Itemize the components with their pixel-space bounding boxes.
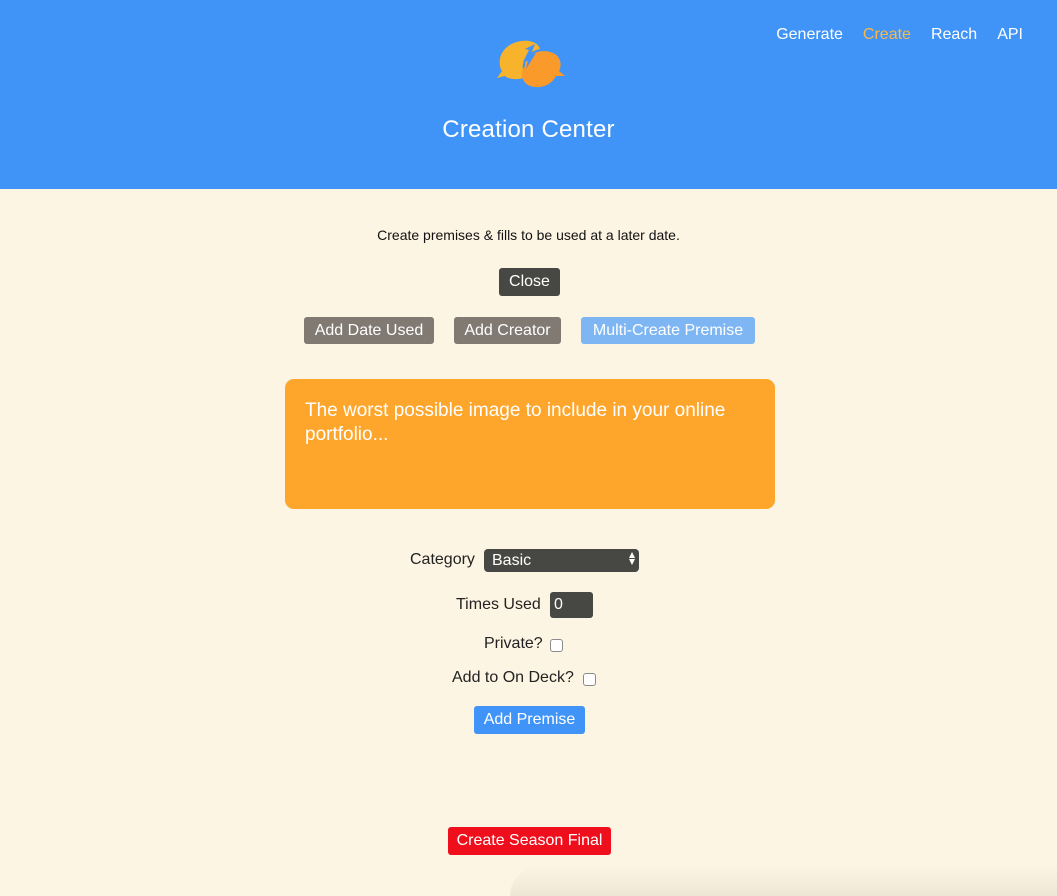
private-checkbox[interactable] (550, 639, 563, 652)
header: Creation Center Generate Create Reach AP… (0, 0, 1057, 189)
times-used-label: Times Used (456, 596, 541, 613)
category-select[interactable]: Basic (484, 549, 639, 572)
on-deck-label: Add to On Deck? (452, 669, 574, 686)
times-used-input[interactable]: 0 (550, 592, 593, 618)
nav-api[interactable]: API (997, 26, 1023, 44)
add-creator-button[interactable]: Add Creator (454, 317, 561, 344)
bottom-shadow (510, 866, 1057, 896)
premise-card: The worst possible image to include in y… (285, 379, 775, 509)
intro-text: Create premises & fills to be used at a … (377, 227, 680, 243)
nav-create[interactable]: Create (863, 26, 911, 44)
nav-generate[interactable]: Generate (776, 26, 843, 44)
select-arrows-icon (629, 552, 635, 565)
premise-text-input[interactable]: The worst possible image to include in y… (305, 399, 755, 489)
speech-bubbles-logo-icon[interactable] (495, 36, 565, 94)
page-title: Creation Center (442, 116, 615, 143)
private-label: Private? (484, 635, 543, 652)
add-premise-button[interactable]: Add Premise (474, 706, 585, 734)
multi-create-premise-button[interactable]: Multi-Create Premise (581, 317, 755, 344)
close-button[interactable]: Close (499, 268, 560, 296)
add-date-used-button[interactable]: Add Date Used (304, 317, 434, 344)
category-selected-value: Basic (492, 551, 532, 569)
top-nav: Generate Create Reach API (756, 26, 1023, 44)
category-label: Category (410, 551, 475, 568)
on-deck-checkbox[interactable] (583, 673, 596, 686)
nav-reach[interactable]: Reach (931, 26, 977, 44)
create-season-final-button[interactable]: Create Season Final (448, 827, 611, 855)
